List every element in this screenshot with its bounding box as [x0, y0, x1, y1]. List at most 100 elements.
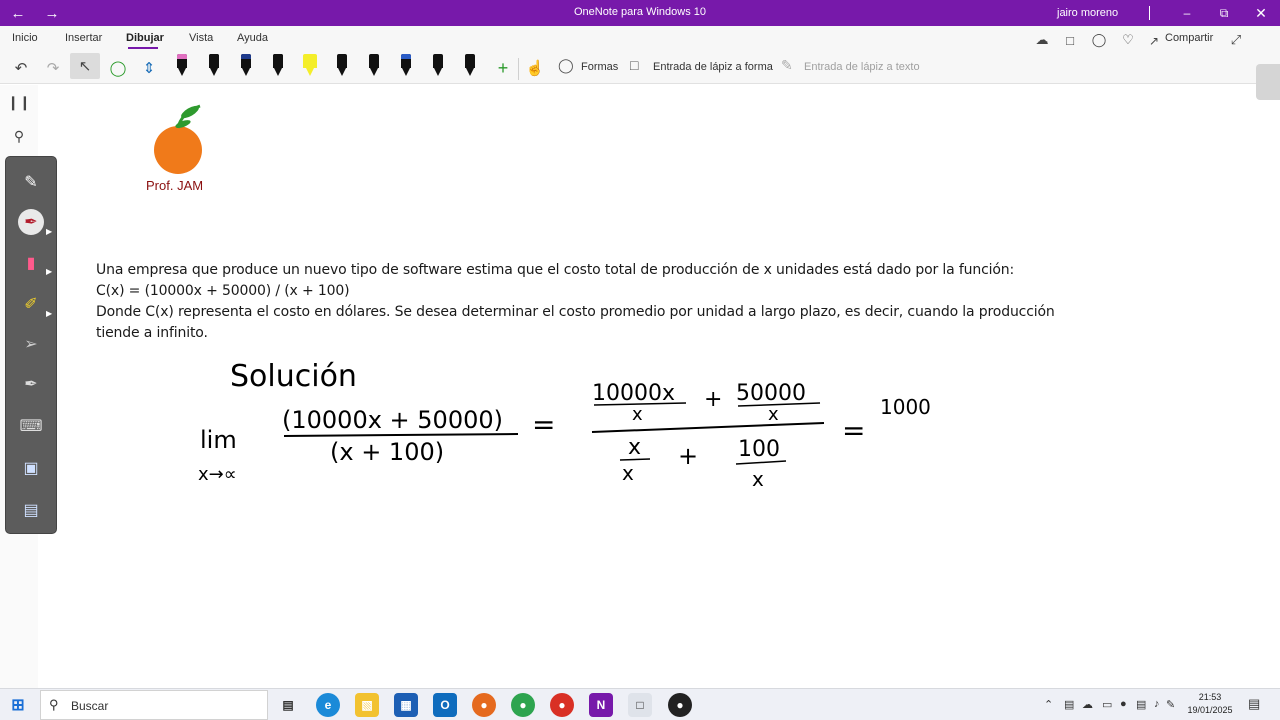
ink-to-text-button[interactable]: Entrada de lápiz a texto — [804, 61, 920, 73]
pen-tool-icon[interactable]: ✒ — [18, 209, 44, 235]
lightbulb-icon[interactable]: ◯ — [1089, 30, 1109, 50]
ink-to-shape-button[interactable]: Entrada de lápiz a forma — [653, 61, 773, 73]
clock[interactable]: 21:53 19/01/2025 — [1186, 691, 1234, 717]
ruler-icon[interactable]: ✎ — [18, 169, 44, 195]
file-explorer-icon[interactable]: ▧ — [355, 693, 379, 717]
share-icon[interactable]: ↗ — [1144, 31, 1164, 51]
fraction-1-denominator: (x + 100) — [330, 438, 444, 466]
chevron-right-icon[interactable]: ▶ — [46, 309, 52, 318]
shapes-icon[interactable]: ◯ — [558, 57, 574, 74]
fraction-2-term-2-top: 50000 — [736, 381, 806, 406]
store-icon[interactable]: ▦ — [394, 693, 418, 717]
clock-date: 19/01/2025 — [1187, 705, 1233, 715]
pen-6[interactable] — [334, 54, 350, 78]
undo-icon[interactable]: ↶ — [10, 56, 32, 80]
screen-capture-icon[interactable]: ▣ — [18, 455, 44, 481]
pen-4[interactable] — [270, 54, 286, 78]
volume-icon[interactable]: ♪ — [1154, 698, 1160, 710]
ink-to-shape-icon[interactable]: □ — [630, 57, 638, 73]
tray-icon[interactable]: ▤ — [1064, 698, 1074, 711]
select-arrow-icon[interactable]: ➢ — [18, 331, 44, 357]
ribbon: Inicio Insertar Dibujar Vista Ayuda ☁ □ … — [0, 26, 1280, 100]
firefox-icon[interactable]: ● — [472, 693, 496, 717]
share-button[interactable]: Compartir — [1165, 32, 1213, 44]
clock-time: 21:53 — [1198, 692, 1222, 702]
pen-2[interactable] — [206, 54, 222, 78]
add-pen-icon[interactable]: + — [492, 56, 514, 80]
pen-icon[interactable]: ✎ — [1166, 698, 1175, 711]
start-icon[interactable]: ⊞ — [6, 693, 30, 717]
keyboard-icon[interactable]: ⌨ — [18, 413, 44, 439]
expand-icon[interactable]: ⤢ — [1226, 30, 1246, 50]
problem-line-1[interactable]: Una empresa que produce un nuevo tipo de… — [96, 262, 1014, 278]
presentation-icon[interactable]: ▤ — [18, 497, 44, 523]
outlook-icon[interactable]: O — [433, 693, 457, 717]
highlighter-1[interactable] — [302, 54, 318, 78]
lasso-select-icon[interactable]: ◯ — [107, 56, 129, 80]
network-icon[interactable]: ▤ — [1136, 698, 1146, 711]
tab-ayuda[interactable]: Ayuda — [237, 32, 268, 44]
chrome-icon[interactable]: ● — [511, 693, 535, 717]
logo-caption: Prof. JAM — [146, 178, 204, 193]
highlighter-icon[interactable]: ✐ — [18, 291, 44, 317]
snip-icon[interactable]: □ — [628, 693, 652, 717]
pen-7[interactable] — [366, 54, 382, 78]
eraser-icon[interactable]: ▮ — [18, 250, 44, 276]
tab-inicio[interactable]: Inicio — [12, 32, 38, 44]
chevron-up-icon[interactable]: ⌃ — [1044, 698, 1053, 711]
search-placeholder: Buscar — [71, 699, 109, 713]
fraction-2-den-1-top: x — [628, 435, 641, 460]
tab-insertar[interactable]: Insertar — [65, 32, 102, 44]
problem-line-4[interactable]: tiende a infinito. — [96, 325, 208, 341]
lim-label: lim — [200, 426, 237, 454]
sticky-panel-icon[interactable] — [1256, 64, 1280, 100]
pen-8[interactable] — [398, 54, 414, 78]
bell-icon[interactable]: ♡ — [1118, 30, 1138, 50]
restore-icon[interactable]: ⧉ — [1207, 0, 1241, 26]
notebooks-icon[interactable]: ❙❙ — [7, 91, 30, 113]
problem-line-2[interactable]: C(x) = (10000x + 50000) / (x + 100) — [96, 283, 350, 299]
fraction-1-numerator: (10000x + 50000) — [282, 406, 503, 434]
fraction-2-den-1-bottom: x — [622, 461, 634, 485]
taskbar-search[interactable]: ⚲ Buscar — [40, 690, 268, 720]
onenote-icon[interactable]: N — [589, 693, 613, 717]
search-icon[interactable]: ⚲ — [8, 125, 30, 147]
task-view-icon[interactable]: ▤ — [276, 693, 300, 717]
pen-9[interactable] — [430, 54, 446, 78]
search-icon: ⚲ — [49, 697, 59, 712]
user-name[interactable]: jairo moreno — [1057, 7, 1118, 19]
pen-3[interactable] — [238, 54, 254, 78]
add-space-icon[interactable]: ⇕ — [138, 56, 160, 80]
ink-to-text-icon[interactable]: ✎ — [781, 57, 793, 74]
pen-10[interactable] — [462, 54, 478, 78]
lim-subscript: x→∝ — [198, 464, 237, 485]
edge-icon[interactable]: e — [316, 693, 340, 717]
minimize-icon[interactable]: – — [1170, 0, 1204, 26]
plus-sign: + — [678, 442, 698, 470]
touch-drawing-icon[interactable]: ☝ — [524, 56, 546, 80]
redo-icon[interactable]: ↷ — [42, 56, 64, 80]
marker-icon[interactable]: ✒ — [18, 371, 44, 397]
sync-icon[interactable]: ☁ — [1032, 30, 1052, 50]
app-icon[interactable]: ● — [668, 693, 692, 717]
disk-icon[interactable]: ▭ — [1102, 698, 1112, 711]
title-bar: ← → OneNote para Windows 10 jairo moreno… — [0, 0, 1280, 26]
cloud-icon[interactable]: ☁ — [1082, 698, 1093, 711]
shapes-button[interactable]: Formas — [581, 61, 618, 73]
fraction-2-den-1-bar — [619, 458, 651, 461]
chevron-right-icon[interactable]: ▶ — [46, 227, 52, 236]
tab-vista[interactable]: Vista — [189, 32, 213, 44]
handwritten-solution: Solución lim x→∝ (10000x + 50000) (x + 1… — [198, 359, 931, 491]
type-select-icon[interactable]: ↖ — [70, 53, 100, 79]
tab-dibujar[interactable]: Dibujar — [126, 32, 164, 44]
close-icon[interactable]: ✕ — [1244, 0, 1278, 26]
notifications-icon[interactable]: ▤ — [1248, 696, 1260, 712]
equals-sign: = — [532, 408, 555, 441]
notebook-icon[interactable]: □ — [1060, 30, 1080, 50]
chrome-profile-icon[interactable]: ● — [550, 693, 574, 717]
taskbar: ⊞ ⚲ Buscar ▤ e ▧ ▦ O ● ● ● N □ ● ⌃ ▤ ☁ ▭… — [0, 688, 1280, 720]
problem-line-3[interactable]: Donde C(x) representa el costo en dólare… — [96, 304, 1055, 320]
chevron-right-icon[interactable]: ▶ — [46, 267, 52, 276]
microphone-icon[interactable]: ● — [1120, 698, 1127, 710]
pen-1[interactable] — [174, 54, 190, 78]
